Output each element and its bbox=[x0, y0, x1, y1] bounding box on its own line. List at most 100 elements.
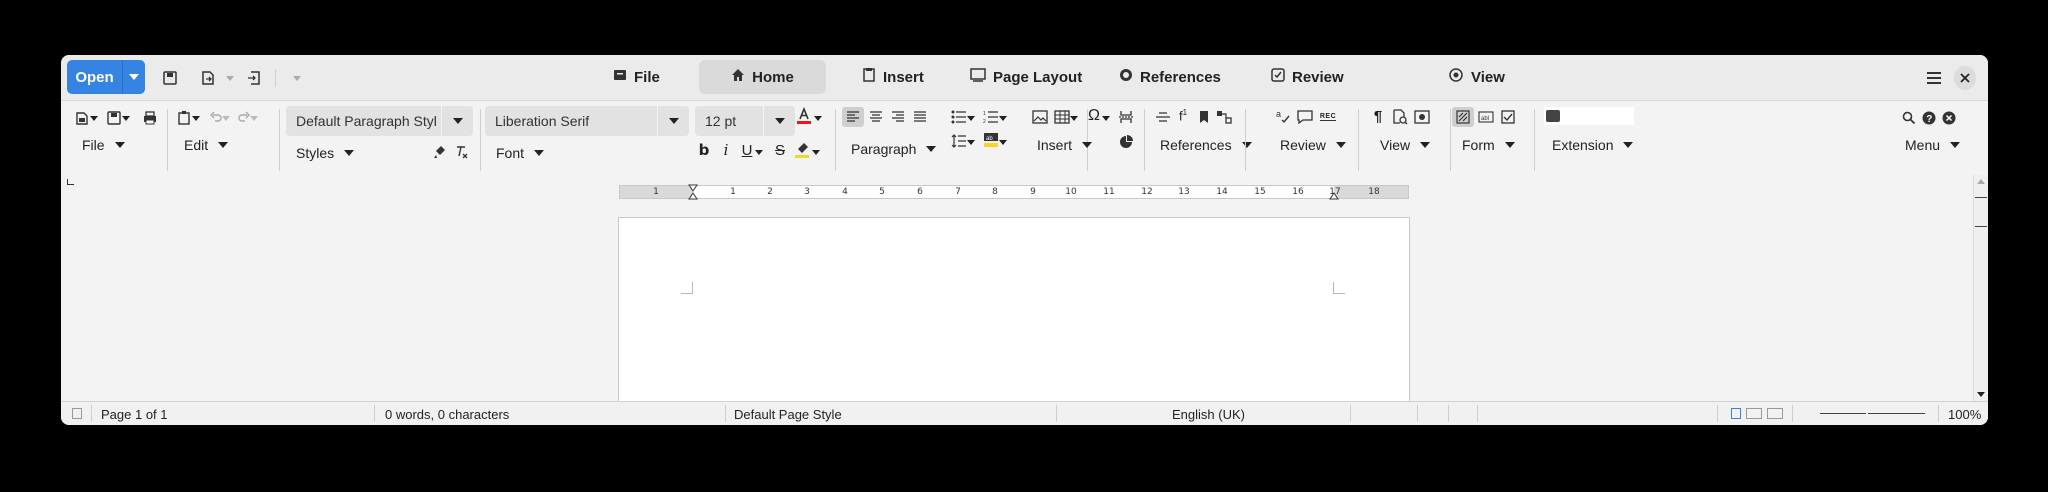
margin-corner-marker bbox=[1333, 282, 1345, 294]
tab-bar: File Home Insert Page Layout References … bbox=[61, 60, 1988, 94]
group-insert-label[interactable]: Insert bbox=[1037, 137, 1093, 153]
chevron-down-icon[interactable] bbox=[89, 109, 99, 127]
text-box-control-icon[interactable]: abl bbox=[1477, 108, 1495, 126]
word-count-status[interactable]: 0 words, 0 characters bbox=[385, 407, 509, 422]
align-right-icon[interactable] bbox=[889, 108, 907, 126]
left-indent-marker-icon[interactable] bbox=[688, 184, 698, 200]
document-page[interactable] bbox=[618, 217, 1410, 417]
help-icon[interactable]: ? bbox=[1920, 109, 1938, 127]
group-review-label[interactable]: Review bbox=[1280, 137, 1346, 153]
font-color-icon[interactable] bbox=[795, 107, 813, 125]
insert-chart-icon[interactable] bbox=[1117, 133, 1135, 151]
tab-view[interactable]: View bbox=[1432, 60, 1521, 94]
tab-review[interactable]: Review bbox=[1255, 60, 1360, 94]
chevron-down-icon[interactable] bbox=[998, 133, 1008, 151]
ruler-tick: 8 bbox=[992, 187, 998, 197]
language-status[interactable]: English (UK) bbox=[1172, 407, 1245, 422]
tab-file[interactable]: File bbox=[597, 60, 676, 94]
svg-text:ab: ab bbox=[986, 136, 993, 142]
group-file-label[interactable]: File bbox=[82, 137, 125, 153]
insert-icon bbox=[862, 68, 876, 86]
title-bar: Open File Home Insert Page Layout Refere… bbox=[61, 55, 1988, 101]
scrollbar-thumb[interactable] bbox=[1975, 197, 1987, 227]
svg-text:2: 2 bbox=[983, 119, 986, 124]
insert-image-icon[interactable] bbox=[1031, 108, 1049, 126]
zoom-level-status[interactable]: 100% bbox=[1948, 407, 1981, 422]
tab-insert[interactable]: Insert bbox=[846, 60, 940, 94]
align-center-icon[interactable] bbox=[867, 108, 885, 126]
scroll-down-icon[interactable] bbox=[1977, 392, 1985, 397]
checkbox-control-icon[interactable] bbox=[1499, 108, 1517, 126]
font-name-combo[interactable]: Liberation Serif bbox=[485, 106, 689, 136]
chevron-down-icon[interactable] bbox=[121, 109, 131, 127]
right-indent-marker-icon[interactable] bbox=[1329, 184, 1339, 200]
group-menu-label[interactable]: Menu bbox=[1905, 137, 1961, 153]
clear-formatting-icon[interactable] bbox=[453, 143, 471, 161]
page-number-status[interactable]: Page 1 of 1 bbox=[101, 407, 168, 422]
page-break-icon[interactable] bbox=[1117, 108, 1135, 126]
book-view-icon[interactable] bbox=[1767, 408, 1783, 419]
insert-index-entry-icon[interactable] bbox=[1154, 108, 1172, 126]
group-references-label[interactable]: References bbox=[1160, 137, 1252, 153]
track-changes-icon[interactable]: REC bbox=[1319, 108, 1337, 126]
chevron-down-icon[interactable] bbox=[998, 109, 1008, 127]
chevron-down-icon[interactable] bbox=[221, 109, 231, 127]
print-preview-icon[interactable] bbox=[1391, 108, 1409, 126]
bold-icon[interactable]: b bbox=[695, 141, 713, 159]
close-document-icon[interactable] bbox=[1940, 109, 1958, 127]
clone-formatting-icon[interactable] bbox=[431, 143, 449, 161]
group-edit-label[interactable]: Edit bbox=[184, 137, 229, 153]
extension-field[interactable] bbox=[1544, 107, 1634, 125]
group-styles-label[interactable]: Styles bbox=[296, 145, 355, 161]
zoom-page-icon[interactable] bbox=[1413, 108, 1431, 126]
align-left-icon[interactable] bbox=[842, 107, 864, 127]
italic-icon[interactable]: i bbox=[717, 141, 735, 159]
horizontal-ruler[interactable]: 1 1 2 3 4 5 6 7 8 9 10 11 12 13 14 15 16… bbox=[619, 184, 1409, 200]
group-extension-label[interactable]: Extension bbox=[1552, 137, 1634, 153]
chevron-down-icon[interactable] bbox=[1069, 109, 1079, 127]
paragraph-style-value: Default Paragraph Styl bbox=[296, 113, 437, 129]
chevron-down-icon[interactable] bbox=[191, 109, 201, 127]
cross-reference-icon[interactable] bbox=[1215, 108, 1233, 126]
page-style-status[interactable]: Default Page Style bbox=[734, 407, 842, 422]
ruler-tick: 7 bbox=[955, 187, 961, 197]
chevron-down-icon[interactable] bbox=[811, 143, 821, 161]
search-icon[interactable] bbox=[1900, 109, 1918, 127]
group-font-label[interactable]: Font bbox=[496, 145, 545, 161]
highlight-icon[interactable] bbox=[793, 141, 811, 159]
chevron-down-icon[interactable] bbox=[966, 133, 976, 151]
design-mode-icon[interactable] bbox=[1452, 107, 1474, 127]
footnote-icon[interactable]: f1 bbox=[1174, 107, 1192, 125]
group-paragraph-label[interactable]: Paragraph bbox=[851, 141, 937, 157]
zoom-slider[interactable] bbox=[1820, 413, 1925, 414]
bookmark-icon[interactable] bbox=[1195, 108, 1213, 126]
chevron-down-icon[interactable] bbox=[966, 109, 976, 127]
tab-home[interactable]: Home bbox=[699, 60, 826, 94]
vertical-scrollbar[interactable] bbox=[1973, 175, 1988, 401]
chevron-down-icon[interactable] bbox=[1101, 109, 1111, 127]
tab-page-layout[interactable]: Page Layout bbox=[954, 60, 1098, 94]
justify-icon[interactable] bbox=[911, 108, 929, 126]
multi-page-view-icon[interactable] bbox=[1746, 408, 1762, 419]
font-size-combo[interactable]: 12 pt bbox=[695, 106, 795, 136]
spelling-icon[interactable]: a bbox=[1274, 107, 1292, 125]
document-modified-icon[interactable] bbox=[72, 408, 82, 419]
close-window-button[interactable] bbox=[1954, 66, 1976, 90]
tab-stop-type-icon[interactable] bbox=[67, 179, 74, 185]
tab-references[interactable]: References bbox=[1103, 60, 1237, 94]
comment-icon[interactable] bbox=[1296, 108, 1314, 126]
single-page-view-icon[interactable] bbox=[1731, 408, 1741, 419]
chevron-down-icon[interactable] bbox=[249, 109, 259, 127]
review-check-icon bbox=[1271, 68, 1285, 86]
chevron-down-icon[interactable] bbox=[754, 143, 764, 161]
formatting-marks-icon[interactable]: ¶ bbox=[1369, 107, 1387, 125]
group-form-label[interactable]: Form bbox=[1462, 137, 1515, 153]
group-view-label[interactable]: View bbox=[1380, 137, 1431, 153]
print-icon[interactable] bbox=[141, 109, 159, 127]
chevron-down-icon[interactable] bbox=[813, 109, 823, 127]
strikethrough-icon[interactable]: S bbox=[771, 141, 789, 159]
group-label-text: Font bbox=[496, 145, 525, 161]
hamburger-menu-icon[interactable] bbox=[1923, 67, 1945, 89]
scroll-up-icon[interactable] bbox=[1977, 179, 1985, 184]
paragraph-style-combo[interactable]: Default Paragraph Styl bbox=[286, 106, 473, 136]
